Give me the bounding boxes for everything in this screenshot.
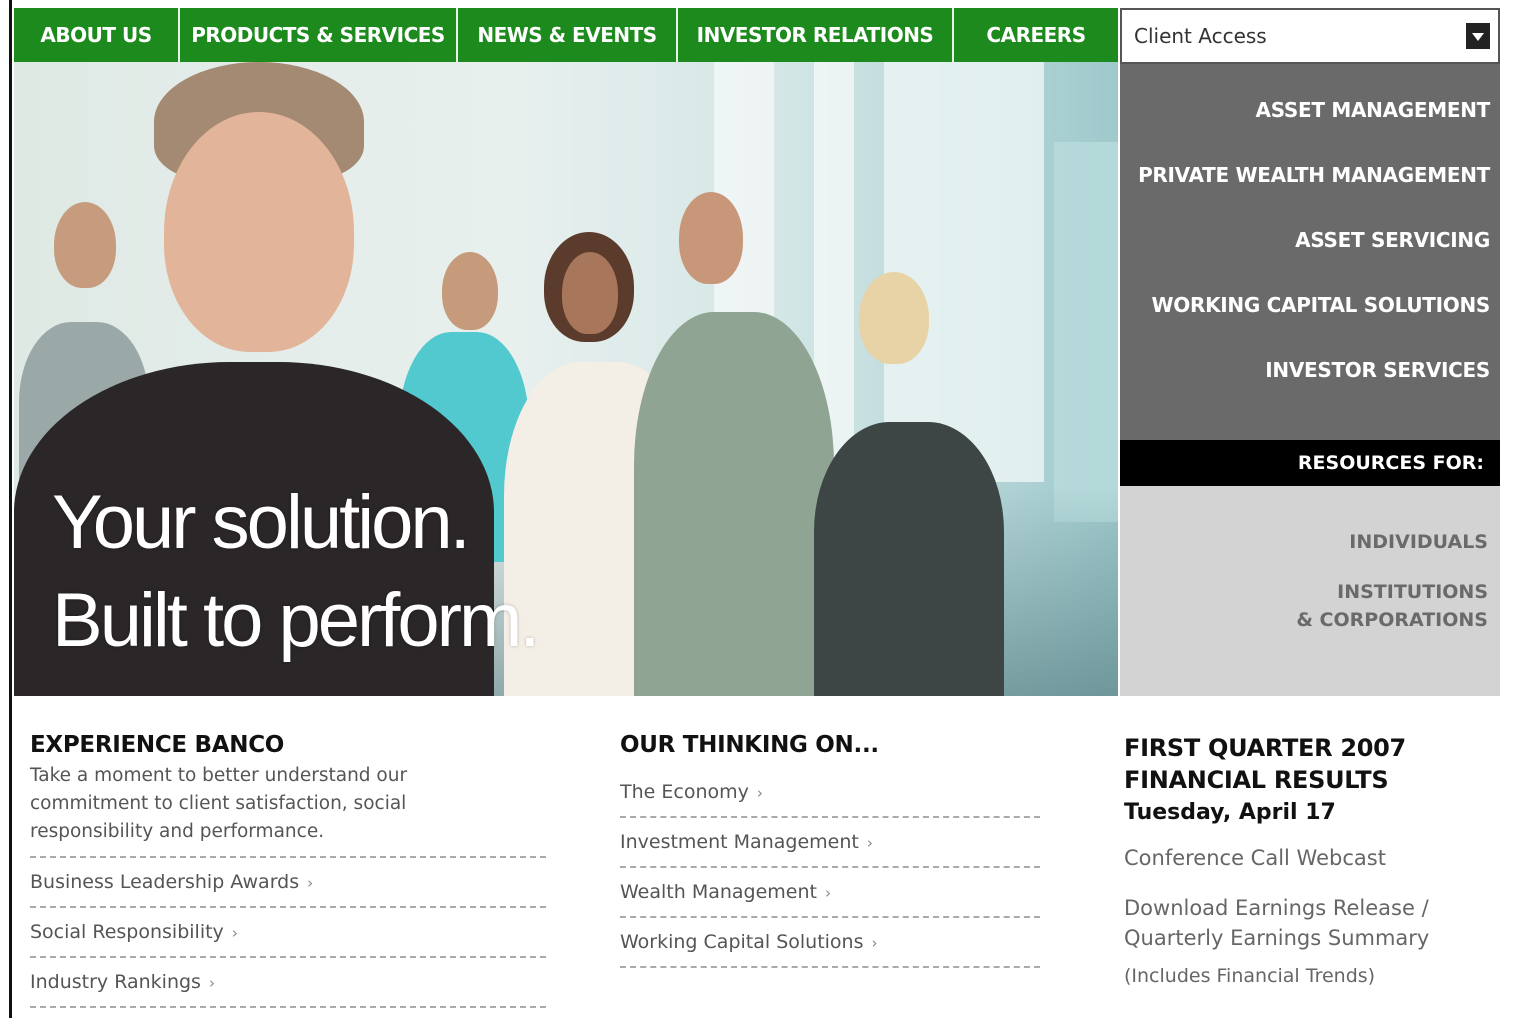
link-industry-rankings[interactable]: Industry Rankings ›: [30, 956, 546, 1008]
chevron-right-icon: ›: [871, 934, 878, 952]
link-investment-management[interactable]: Investment Management ›: [620, 816, 1040, 866]
chevron-right-icon: ›: [231, 924, 238, 942]
menu-investor-services[interactable]: INVESTOR SERVICES: [1120, 358, 1500, 423]
chevron-right-icon: ›: [824, 884, 831, 902]
download-earnings-link[interactable]: Download Earnings Release / Quarterly Ea…: [1124, 893, 1454, 953]
menu-asset-management[interactable]: ASSET MANAGEMENT: [1120, 98, 1500, 163]
nav-products-services[interactable]: PRODUCTS & SERVICES: [180, 8, 458, 62]
experience-section: EXPERIENCE BANCO Take a moment to better…: [30, 732, 546, 1008]
thinking-section: OUR THINKING ON... The Economy › Investme…: [620, 732, 1040, 968]
conference-call-webcast-link[interactable]: Conference Call Webcast: [1124, 843, 1494, 873]
link-the-economy[interactable]: The Economy ›: [620, 768, 1040, 816]
hero-banner: Your solution. Built to perform.: [14, 62, 1118, 696]
chevron-down-icon[interactable]: [1466, 23, 1490, 49]
top-nav: ABOUT US PRODUCTS & SERVICES NEWS & EVEN…: [14, 8, 1118, 62]
link-label: Industry Rankings: [30, 971, 201, 993]
resources-header: RESOURCES FOR:: [1120, 440, 1500, 486]
link-social-responsibility[interactable]: Social Responsibility ›: [30, 906, 546, 956]
page-frame-edge: [0, 0, 12, 1018]
financial-results-section: FIRST QUARTER 2007 FINANCIAL RESULTS Tue…: [1124, 732, 1494, 987]
link-label: Social Responsibility: [30, 921, 224, 943]
chevron-right-icon: ›: [756, 784, 763, 802]
link-label: The Economy: [620, 781, 749, 803]
client-access-dropdown[interactable]: Client Access: [1120, 8, 1500, 64]
resource-institutions-corporations[interactable]: INSTITUTIONS & CORPORATIONS: [1120, 578, 1500, 634]
nav-about-us[interactable]: ABOUT US: [14, 8, 180, 62]
chevron-right-icon: ›: [866, 834, 873, 852]
menu-asset-servicing[interactable]: ASSET SERVICING: [1120, 228, 1500, 293]
chevron-right-icon: ›: [307, 874, 314, 892]
nav-news-events[interactable]: NEWS & EVENTS: [458, 8, 678, 62]
menu-private-wealth-management[interactable]: PRIVATE WEALTH MANAGEMENT: [1120, 163, 1500, 228]
resources-panel: INDIVIDUALS INSTITUTIONS & CORPORATIONS: [1120, 486, 1500, 696]
resource-individuals[interactable]: INDIVIDUALS: [1120, 528, 1500, 556]
services-menu: ASSET MANAGEMENT PRIVATE WEALTH MANAGEME…: [1120, 64, 1500, 440]
link-label: Working Capital Solutions: [620, 931, 864, 953]
financial-note: (Includes Financial Trends): [1124, 965, 1376, 987]
hero-window-pane: [1054, 142, 1118, 522]
financial-title-line2: FINANCIAL RESULTS: [1124, 766, 1389, 794]
hero-headline-line1: Your solution.: [52, 480, 471, 565]
nav-investor-relations[interactable]: INVESTOR RELATIONS: [678, 8, 954, 62]
link-business-leadership-awards[interactable]: Business Leadership Awards ›: [30, 856, 546, 906]
experience-description: Take a moment to better understand our c…: [30, 765, 408, 842]
hero-window-pane: [884, 62, 1044, 482]
link-label: Wealth Management: [620, 881, 817, 903]
chevron-right-icon: ›: [208, 974, 215, 992]
financial-date: Tuesday, April 17: [1124, 800, 1336, 825]
link-label: Investment Management: [620, 831, 859, 853]
link-working-capital-solutions[interactable]: Working Capital Solutions ›: [620, 916, 1040, 968]
link-wealth-management[interactable]: Wealth Management ›: [620, 866, 1040, 916]
thinking-title: OUR THINKING ON...: [620, 732, 879, 758]
nav-careers[interactable]: CAREERS: [954, 8, 1118, 62]
experience-title: EXPERIENCE BANCO: [30, 732, 285, 758]
client-access-label: Client Access: [1134, 24, 1267, 48]
financial-title-line1: FIRST QUARTER 2007: [1124, 734, 1406, 762]
link-label: Business Leadership Awards: [30, 871, 300, 893]
hero-headline-line2: Built to perform.: [52, 578, 540, 663]
menu-working-capital-solutions[interactable]: WORKING CAPITAL SOLUTIONS: [1120, 293, 1500, 358]
hero-headline: Your solution. Built to perform.: [52, 474, 540, 670]
